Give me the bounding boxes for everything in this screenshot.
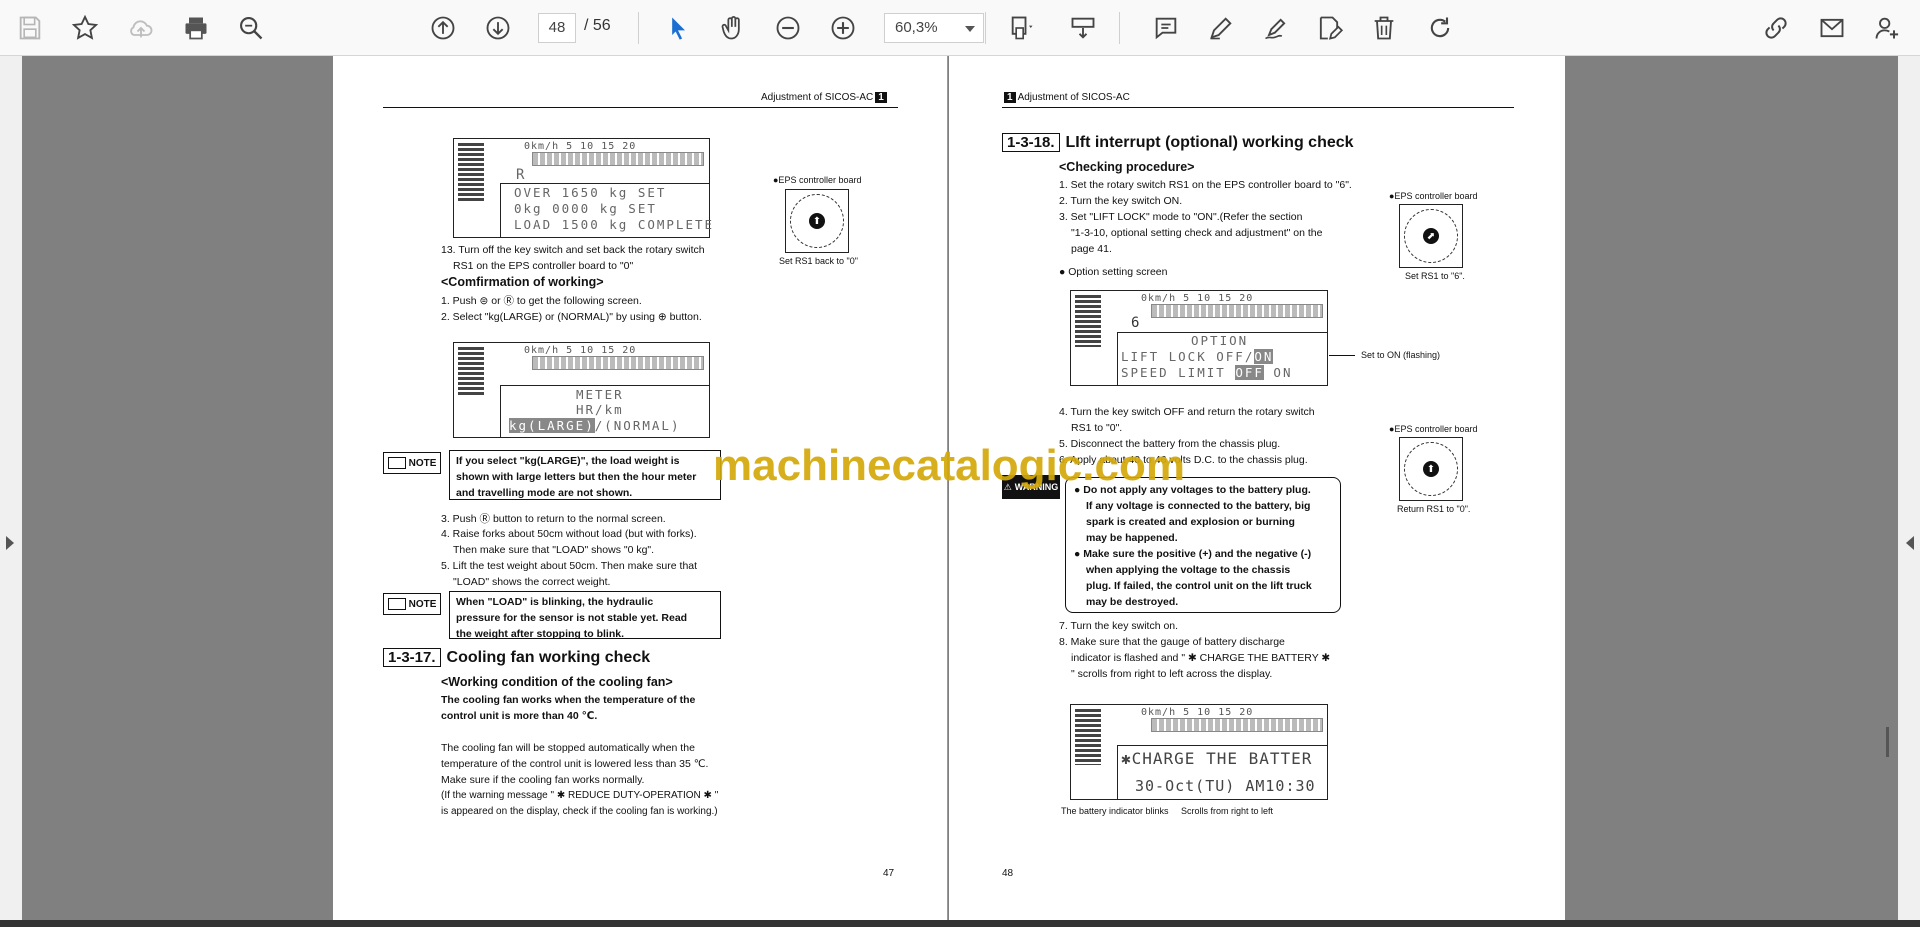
rotary-caption: Set RS1 to "6". <box>1405 271 1465 281</box>
set-on-caption: Set to ON (flashing) <box>1361 350 1441 360</box>
highlight-button[interactable] <box>1202 9 1240 47</box>
rotate-icon <box>1430 17 1450 38</box>
email-button[interactable] <box>1813 9 1851 47</box>
add-user-button[interactable] <box>1868 9 1906 47</box>
scroll-icon <box>1071 17 1095 39</box>
comment-button[interactable] <box>1147 9 1185 47</box>
scrollbar-thumb[interactable] <box>1886 727 1889 757</box>
cursor-icon <box>672 17 685 40</box>
search-icon <box>240 17 263 40</box>
save-icon <box>19 16 41 40</box>
link-pen-icon <box>1765 17 1787 39</box>
minus-circle-icon <box>776 16 800 40</box>
note-box: If you select "kg(LARGE)", the load weig… <box>449 450 721 500</box>
page-total: / 56 <box>584 17 611 34</box>
section-title: 1-3-17. Cooling fan working check <box>383 648 650 667</box>
right-panel-strip <box>1898 56 1920 922</box>
lcd-charge-battery: 0km/h 5 10 15 20 ✱CHARGE THE BATTER 30-O… <box>1070 704 1328 800</box>
comment-icon <box>1155 17 1177 40</box>
upload-button[interactable] <box>122 9 160 47</box>
previous-page-button[interactable] <box>424 9 462 47</box>
share-link-button[interactable] <box>1757 9 1795 47</box>
edit-document-icon <box>1319 16 1343 40</box>
pen-icon <box>1210 17 1232 40</box>
right-panel-toggle-icon[interactable] <box>1906 536 1914 550</box>
zoom-value: 60,3% <box>895 19 938 36</box>
bookmark-button[interactable] <box>66 9 104 47</box>
printer-icon <box>185 17 207 40</box>
note-box: When "LOAD" is blinking, the hydraulic p… <box>449 591 721 640</box>
print-button[interactable] <box>177 9 215 47</box>
toolbar: 48 / 56 60,3% <box>0 0 1920 56</box>
edit-button[interactable] <box>1310 9 1348 47</box>
hand-tool-button[interactable] <box>714 9 752 47</box>
section-title: 1-3-18. LIft interrupt (optional) working… <box>1002 133 1354 152</box>
status-bar <box>0 920 1920 927</box>
eps-label: ●EPS controller board <box>773 175 862 185</box>
watermark: machinecatalogic.com <box>713 441 1185 490</box>
chevron-down-icon <box>965 26 975 32</box>
page-number: 47 <box>883 868 895 879</box>
hand-icon <box>721 16 740 40</box>
delete-button[interactable] <box>1365 9 1403 47</box>
page-header: Adjustment of SICOS-AC 1 <box>761 92 889 103</box>
sign-button[interactable] <box>1257 9 1295 47</box>
rotary-caption: Set RS1 back to "0" <box>779 256 858 266</box>
next-page-button[interactable] <box>479 9 517 47</box>
trash-icon <box>1374 16 1394 40</box>
plus-circle-icon <box>831 16 855 40</box>
cloud-upload-icon <box>130 20 153 38</box>
arrow-down-circle-icon <box>486 16 510 40</box>
page-display-button[interactable] <box>1000 9 1044 47</box>
zoom-out-button[interactable] <box>769 9 807 47</box>
note-label: NOTE <box>383 593 441 615</box>
rotary-switch-diagram: ⬈ <box>1399 204 1463 268</box>
left-panel-strip <box>0 56 22 922</box>
page-header: 1 Adjustment of SICOS-AC <box>1002 92 1130 103</box>
battery-blink-caption: The battery indicator blinks <box>1061 806 1169 816</box>
signature-pen-icon <box>1265 18 1286 40</box>
lcd-option-setting: 0km/h 5 10 15 20 6 OPTION LIFT LOCK OFF/… <box>1070 290 1328 386</box>
scroll-caption: Scrolls from right to left <box>1181 806 1274 816</box>
add-user-icon <box>1875 17 1899 39</box>
rotate-button[interactable] <box>1421 9 1459 47</box>
mail-icon <box>1820 18 1844 38</box>
arrow-up-circle-icon <box>431 16 455 40</box>
star-icon <box>71 14 99 40</box>
eps-label: ●EPS controller board <box>1389 191 1478 201</box>
rotary-switch-diagram: ⬆ <box>785 189 849 253</box>
lcd-load-setting: 0km/h 5 10 15 20 R OVER 1650 kg SET 0kg … <box>453 138 712 238</box>
scroll-mode-button[interactable] <box>1064 9 1102 47</box>
zoom-select[interactable]: 60,3% <box>884 13 984 43</box>
select-tool-button[interactable] <box>659 9 697 47</box>
warning-box: ● Do not apply any voltages to the batte… <box>1065 477 1341 613</box>
find-button[interactable] <box>232 9 270 47</box>
eps-label: ●EPS controller board <box>1389 424 1478 434</box>
page-layout-icon <box>1011 16 1033 40</box>
page-number-input[interactable]: 48 <box>538 13 576 43</box>
page-number: 48 <box>1002 868 1014 879</box>
rotary-switch-diagram: ⬆ <box>1399 437 1463 501</box>
zoom-in-button[interactable] <box>824 9 862 47</box>
lcd-meter-setting: 0km/h 5 10 15 20 METER HR/km kg(LARGE)/(… <box>453 342 710 438</box>
note-label: NOTE <box>383 452 441 474</box>
left-panel-toggle-icon[interactable] <box>6 536 14 550</box>
save-button[interactable] <box>11 9 49 47</box>
rotary-caption: Return RS1 to "0". <box>1397 504 1471 514</box>
